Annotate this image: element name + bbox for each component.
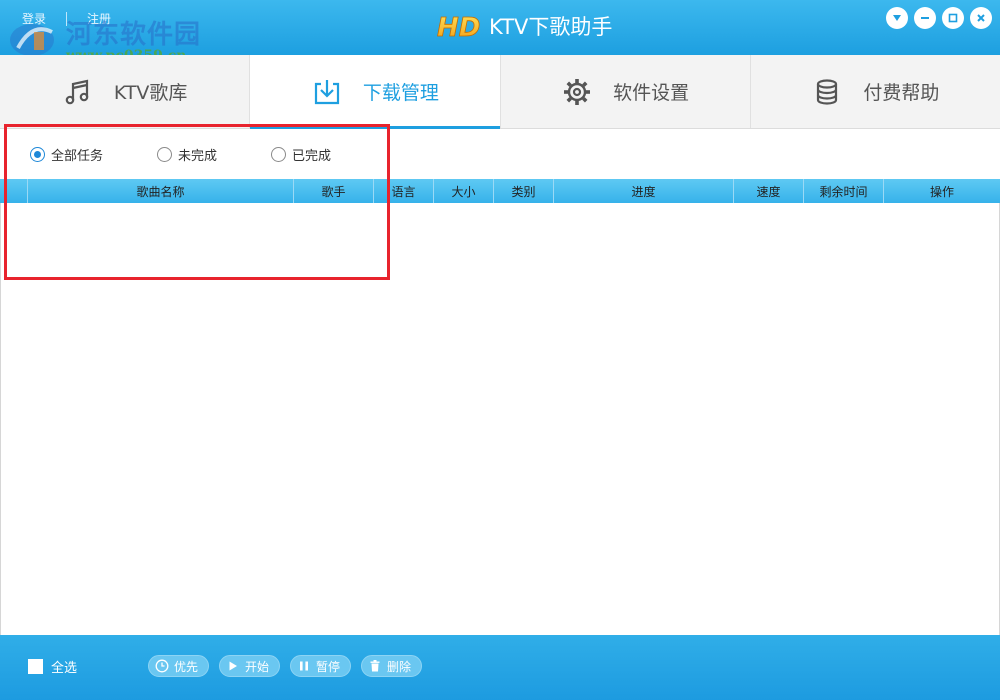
column-header-category[interactable]: 类别 — [494, 179, 554, 203]
hd-logo-icon: HD — [437, 13, 481, 41]
app-title-text: KTV下歌助手 — [489, 15, 613, 39]
tab-download-manager[interactable]: 下载管理 — [250, 55, 501, 129]
download-table-header: 歌曲名称 歌手 语言 大小 类别 进度 速度 剩余时间 操作 — [0, 179, 1000, 203]
trash-icon — [370, 660, 380, 672]
gear-icon — [564, 78, 591, 105]
pause-button[interactable]: 暂停 — [290, 655, 352, 677]
delete-label: 删除 — [387, 659, 412, 674]
dropdown-arrow-icon — [893, 15, 901, 21]
tab-label: 下载管理 — [362, 82, 439, 104]
start-label: 开始 — [245, 659, 270, 674]
tab-label: 付费帮助 — [863, 82, 940, 104]
column-header-song-name[interactable]: 歌曲名称 — [28, 179, 294, 203]
filter-completed[interactable]: 已完成 — [271, 145, 331, 164]
column-header-speed[interactable]: 速度 — [734, 179, 804, 203]
priority-button[interactable]: 优先 — [148, 655, 210, 677]
filter-all-tasks[interactable]: 全部任务 — [30, 145, 103, 164]
music-note-icon — [65, 79, 89, 104]
download-task-list — [0, 203, 1000, 635]
minimize-icon — [921, 17, 929, 19]
filter-label: 已完成 — [292, 149, 332, 164]
checkbox[interactable] — [28, 659, 43, 674]
task-actions: 优先 开始 暂停 删除 — [148, 655, 423, 677]
app-title: HD KTV下歌助手 — [435, 10, 613, 42]
column-header-select[interactable] — [0, 179, 28, 203]
window-controls — [886, 7, 992, 29]
download-icon — [314, 79, 339, 104]
play-icon — [229, 661, 238, 671]
radio-button[interactable] — [157, 147, 173, 162]
close-button[interactable] — [970, 7, 992, 29]
maximize-button[interactable] — [942, 7, 964, 29]
divider — [66, 11, 68, 26]
column-header-size[interactable]: 大小 — [434, 179, 494, 203]
filter-label: 未完成 — [178, 149, 218, 164]
task-filter-group: 全部任务 未完成 已完成 — [30, 145, 385, 164]
pause-label: 暂停 — [316, 659, 341, 674]
column-header-singer[interactable]: 歌手 — [294, 179, 374, 203]
clock-icon — [155, 659, 169, 673]
select-all-checkbox[interactable]: 全选 — [28, 657, 77, 676]
tab-settings[interactable]: 软件设置 — [501, 55, 751, 128]
register-link[interactable]: 注册 — [87, 10, 111, 27]
radio-button[interactable] — [30, 147, 45, 162]
start-button[interactable]: 开始 — [219, 655, 281, 677]
menu-dropdown-button[interactable] — [886, 7, 908, 29]
minimize-button[interactable] — [914, 7, 936, 29]
column-header-actions[interactable]: 操作 — [884, 179, 1000, 203]
database-icon — [817, 78, 838, 105]
close-icon — [977, 14, 985, 22]
pause-icon — [300, 661, 309, 671]
delete-button[interactable]: 删除 — [361, 655, 423, 677]
radio-button[interactable] — [271, 147, 287, 162]
select-all-label: 全选 — [51, 661, 78, 676]
tab-label: 软件设置 — [613, 82, 690, 104]
tab-paid-help[interactable]: 付费帮助 — [751, 55, 1000, 128]
title-bar: 登录 注册 河东软件园 www.pc0359.cn HD KTV下歌助手 — [0, 0, 1000, 64]
priority-label: 优先 — [174, 659, 199, 674]
column-header-language[interactable]: 语言 — [374, 179, 434, 203]
bottom-toolbar: 全选 优先 开始 暂停 删除 — [0, 635, 1000, 700]
maximize-icon — [948, 13, 958, 23]
login-link[interactable]: 登录 — [22, 10, 46, 27]
column-header-remaining-time[interactable]: 剩余时间 — [804, 179, 884, 203]
account-links: 登录 注册 — [22, 10, 111, 27]
tab-label: KTV歌库 — [113, 82, 188, 104]
svg-text:HD: HD — [437, 13, 480, 41]
filter-label: 全部任务 — [51, 149, 104, 164]
filter-unfinished[interactable]: 未完成 — [157, 145, 217, 164]
column-header-progress[interactable]: 进度 — [554, 179, 734, 203]
main-tabs: KTV歌库 下载管理 软件设置 付费帮助 — [0, 55, 1000, 129]
tab-ktv-library[interactable]: KTV歌库 — [0, 55, 251, 128]
